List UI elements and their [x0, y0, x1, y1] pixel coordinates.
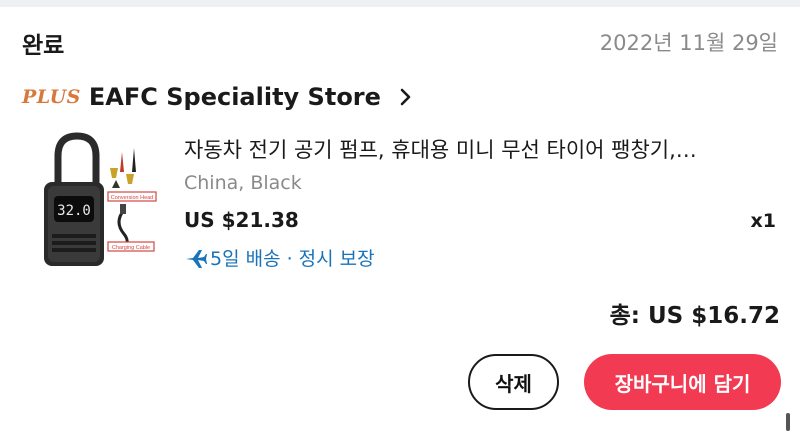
- charging-cable-label: Charging Cable: [112, 245, 150, 251]
- add-to-cart-button[interactable]: 장바구니에 담기: [584, 354, 781, 410]
- scrollbar[interactable]: [786, 413, 790, 431]
- shipping-text: 5일 배송 · 정시 보장: [210, 248, 375, 270]
- shipping-info: 5일 배송 · 정시 보장: [184, 244, 375, 271]
- delete-button[interactable]: 삭제: [468, 354, 559, 410]
- product-image[interactable]: 32.0 Conversion Head Charging Cable: [40, 130, 158, 270]
- display-reading: 32.0: [57, 203, 91, 219]
- conversion-head-label: Conversion Head: [111, 195, 154, 201]
- top-divider: [0, 0, 800, 7]
- store-link[interactable]: PLUS EAFC Speciality Store: [22, 82, 417, 112]
- order-status: 완료: [22, 33, 65, 59]
- product-quantity: x1: [750, 210, 776, 232]
- product-variant: China, Black: [184, 172, 302, 194]
- chevron-right-icon: [393, 85, 417, 109]
- order-date: 2022년 11월 29일: [599, 31, 778, 55]
- product-price: US $21.38: [184, 208, 299, 232]
- store-name: EAFC Speciality Store: [88, 83, 381, 111]
- order-total: 총: US $16.72: [609, 303, 780, 329]
- airplane-icon: [184, 247, 208, 269]
- product-title[interactable]: 자동차 전기 공기 펌프, 휴대용 미니 무선 타이어 팽창기,…: [184, 134, 774, 164]
- plus-badge: PLUS: [22, 86, 81, 108]
